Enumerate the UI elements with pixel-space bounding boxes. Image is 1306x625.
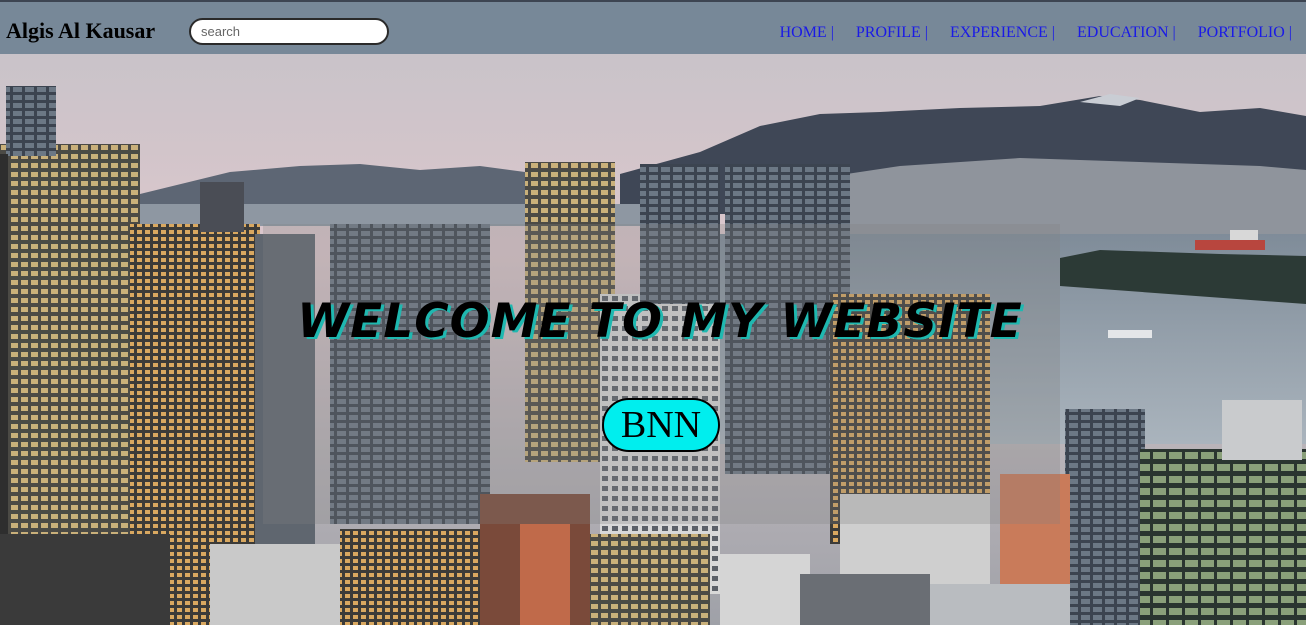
nav-link-experience[interactable]: EXPERIENCE | xyxy=(950,22,1055,44)
bnn-button[interactable]: BNN xyxy=(602,398,720,452)
nav-link-education[interactable]: EDUCATION | xyxy=(1077,22,1176,44)
nav-link-portfolio[interactable]: PORTFOLIO | xyxy=(1198,22,1292,44)
top-navbar: Algis Al Kausar HOME | PROFILE | EXPERIE… xyxy=(0,0,1306,54)
nav-link-home[interactable]: HOME | xyxy=(780,22,834,44)
nav-link-profile[interactable]: PROFILE | xyxy=(856,22,928,44)
hero-section: WELCOME TO MY WEBSITE BNN xyxy=(0,54,1306,625)
site-brand: Algis Al Kausar xyxy=(6,18,156,43)
search-input[interactable] xyxy=(189,18,389,45)
welcome-overlay-panel xyxy=(263,224,1060,524)
main-nav: HOME | PROFILE | EXPERIENCE | EDUCATION … xyxy=(780,22,1292,44)
welcome-heading: WELCOME TO MY WEBSITE xyxy=(297,294,1023,349)
